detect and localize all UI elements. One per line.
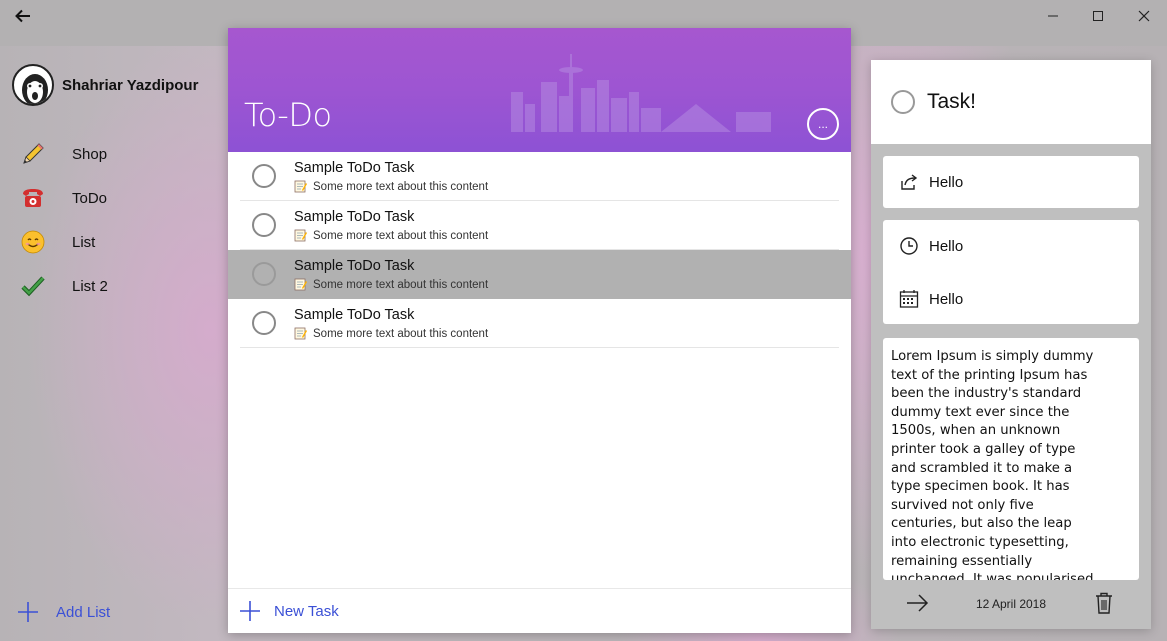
city-skyline-image xyxy=(511,54,771,132)
add-list-label: Add List xyxy=(56,603,111,621)
telephone-icon xyxy=(20,185,46,211)
task-checkbox[interactable] xyxy=(252,262,276,286)
sidebar-item-label: ToDo xyxy=(72,189,108,207)
sidebar-item-label: List 2 xyxy=(72,277,108,295)
notes-field[interactable]: Lorem Ipsum is simply dummy text of the … xyxy=(883,338,1139,580)
sidebar-item-shop[interactable]: Shop xyxy=(20,134,107,174)
list-title: To-Do xyxy=(244,96,332,134)
maximize-button[interactable] xyxy=(1075,0,1121,32)
delete-task-button[interactable] xyxy=(1095,592,1113,619)
task-subtitle: Some more text about this content xyxy=(294,229,488,242)
more-options-button[interactable]: ... xyxy=(807,108,839,140)
memo-icon xyxy=(294,180,307,193)
detail-header: Task! xyxy=(871,60,1151,144)
avatar xyxy=(12,64,54,106)
detail-task-checkbox[interactable] xyxy=(891,90,915,114)
task-title: Sample ToDo Task xyxy=(294,307,415,323)
maximize-icon xyxy=(1093,11,1103,21)
clock-icon xyxy=(900,237,918,255)
add-list-button[interactable]: Add List xyxy=(16,600,110,624)
task-detail-panel: Task! Hello Hello Hello Lorem Ipsum is s… xyxy=(871,60,1151,629)
memo-icon xyxy=(294,278,307,291)
detail-footer: 12 April 2018 xyxy=(871,580,1151,629)
task-subtitle-text: Some more text about this content xyxy=(313,180,489,193)
minimize-icon xyxy=(1048,15,1058,17)
sidebar: Shahriar Yazdipour Shop ToDo List List 2… xyxy=(0,46,228,641)
due-date-item[interactable]: Hello xyxy=(899,289,963,309)
more-options-label: ... xyxy=(817,117,828,131)
new-task-label: New Task xyxy=(274,602,339,620)
task-row[interactable]: Sample ToDo Task Some more text about th… xyxy=(240,152,839,201)
due-date-label: Hello xyxy=(929,290,964,308)
minimize-button[interactable] xyxy=(1030,0,1076,32)
back-button[interactable] xyxy=(0,0,46,32)
task-checkbox[interactable] xyxy=(252,311,276,335)
task-title: Sample ToDo Task xyxy=(294,160,415,176)
sidebar-item-list-2[interactable]: List 2 xyxy=(20,266,108,306)
notes-text: Lorem Ipsum is simply dummy text of the … xyxy=(891,349,1094,580)
detail-task-title[interactable]: Task! xyxy=(927,90,976,114)
task-checkbox[interactable] xyxy=(252,213,276,237)
back-arrow-icon xyxy=(15,9,30,23)
share-label: Hello xyxy=(929,173,964,191)
share-card[interactable]: Hello xyxy=(883,156,1139,208)
task-list: Sample ToDo Task Some more text about th… xyxy=(228,152,851,348)
task-row-selected[interactable]: Sample ToDo Task Some more text about th… xyxy=(228,250,851,299)
task-subtitle-text: Some more text about this content xyxy=(313,327,489,340)
task-row[interactable]: Sample ToDo Task Some more text about th… xyxy=(240,299,839,348)
sidebar-item-list[interactable]: List xyxy=(20,222,95,262)
task-title: Sample ToDo Task xyxy=(294,209,415,225)
task-subtitle-text: Some more text about this content xyxy=(313,278,489,291)
schedule-card: Hello Hello xyxy=(883,220,1139,324)
task-checkbox[interactable] xyxy=(252,164,276,188)
task-subtitle: Some more text about this content xyxy=(294,278,488,291)
task-subtitle: Some more text about this content xyxy=(294,327,488,340)
checkmark-icon xyxy=(20,273,46,299)
share-item[interactable]: Hello xyxy=(899,172,963,192)
reminder-label: Hello xyxy=(929,237,964,255)
memo-icon xyxy=(294,229,307,242)
list-header: To-Do ... xyxy=(228,28,851,152)
list-panel: To-Do ... Sample ToDo Task Some more tex… xyxy=(228,28,851,633)
task-subtitle-text: Some more text about this content xyxy=(313,229,489,242)
smiley-icon xyxy=(20,229,46,255)
calendar-icon xyxy=(899,290,919,308)
task-title: Sample ToDo Task xyxy=(294,258,415,274)
user-name: Shahriar Yazdipour xyxy=(62,76,199,94)
pencil-icon xyxy=(20,141,46,167)
reminder-item[interactable]: Hello xyxy=(899,236,963,256)
new-task-button[interactable]: New Task xyxy=(228,588,851,633)
sidebar-item-label: List xyxy=(72,233,96,251)
plus-icon xyxy=(18,602,38,622)
memo-icon xyxy=(294,327,307,340)
task-subtitle: Some more text about this content xyxy=(294,180,488,193)
sidebar-item-todo[interactable]: ToDo xyxy=(20,178,107,218)
plus-icon xyxy=(240,601,260,621)
task-row[interactable]: Sample ToDo Task Some more text about th… xyxy=(240,201,839,250)
close-button[interactable] xyxy=(1121,0,1167,32)
share-icon xyxy=(901,174,918,190)
sidebar-item-label: Shop xyxy=(72,145,108,163)
close-icon xyxy=(1138,10,1150,22)
user-profile[interactable]: Shahriar Yazdipour xyxy=(12,64,198,106)
trash-icon xyxy=(1096,592,1112,614)
